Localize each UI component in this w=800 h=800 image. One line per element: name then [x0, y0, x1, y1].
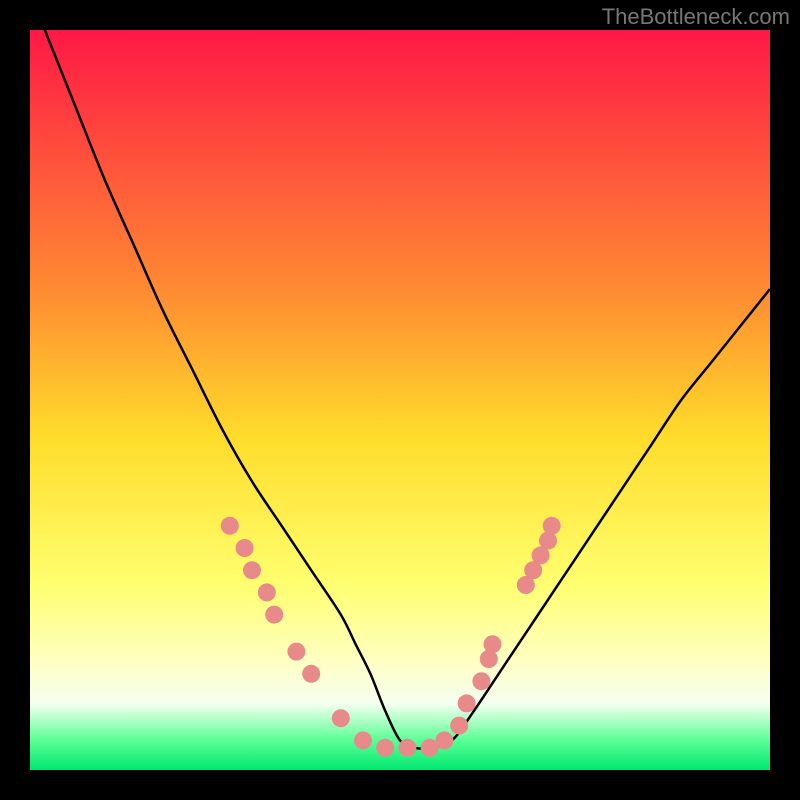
- watermark-text: TheBottleneck.com: [602, 4, 790, 30]
- chart-frame: [0, 0, 800, 800]
